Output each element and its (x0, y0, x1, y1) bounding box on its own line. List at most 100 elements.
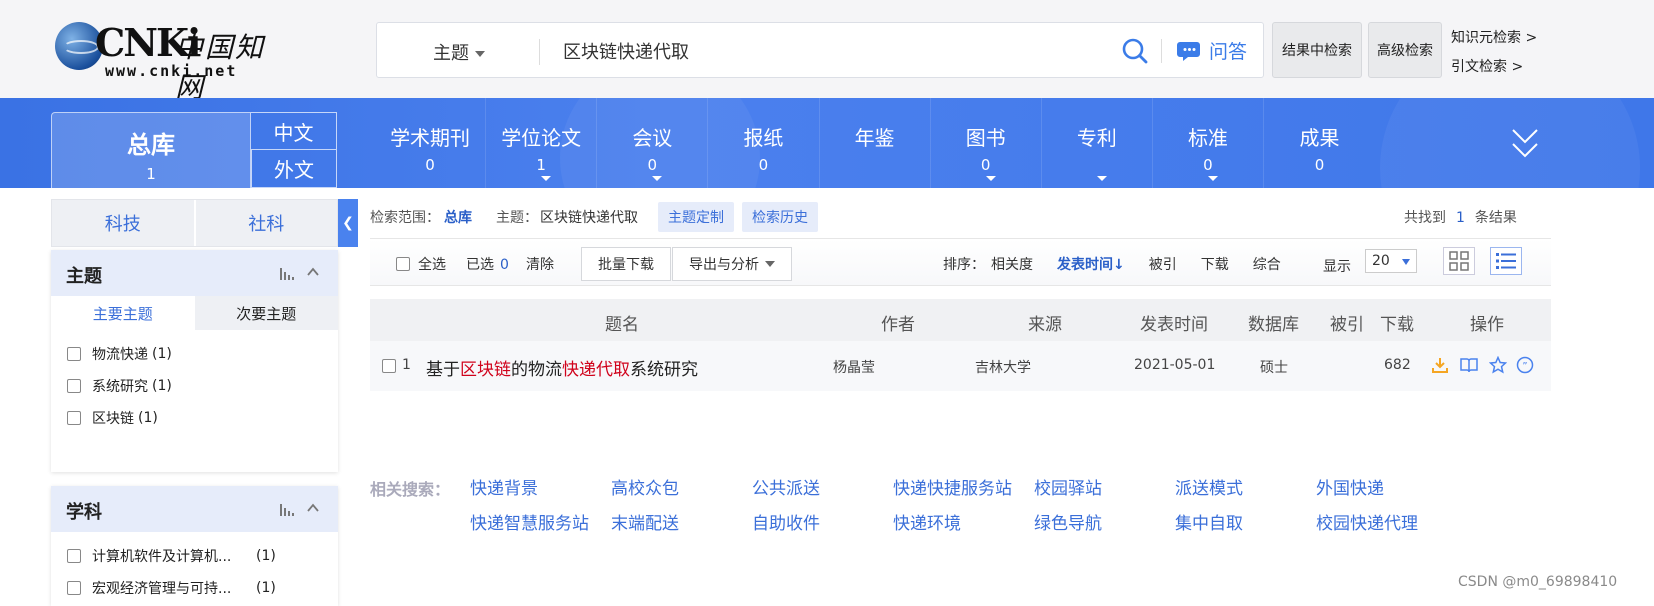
tab-database-5[interactable]: 图书 0 (931, 98, 1042, 188)
database-nav: 总库 1 中文 外文 学术期刊 0 学位论文 1 会议 0 报纸 0 年鉴 图书 0 专利 标准 0 成果 0 (0, 98, 1654, 188)
list-item[interactable]: 区块链 (1) (51, 402, 338, 434)
sort-option-3[interactable]: 下载 (1201, 254, 1229, 274)
result-count-prefix: 共找到 (1404, 210, 1446, 226)
tab-database-8[interactable]: 成果 0 (1264, 98, 1375, 188)
quote-icon[interactable]: ” (1516, 356, 1534, 374)
search-input[interactable] (563, 37, 1103, 65)
tab-chinese[interactable]: 中文 (251, 112, 337, 150)
list-view-button[interactable] (1490, 247, 1522, 275)
export-analysis-button[interactable]: 导出与分析 (672, 247, 792, 281)
related-search-link[interactable]: 自助收件 (752, 509, 820, 534)
related-search-link[interactable]: 派送模式 (1175, 474, 1243, 499)
search-history-button[interactable]: 检索历史 (742, 202, 818, 232)
related-search-link[interactable]: 快递快捷服务站 (893, 474, 1012, 499)
search-within-results-button[interactable]: 结果中检索 (1272, 22, 1362, 78)
related-search-link[interactable]: 校园快递代理 (1316, 509, 1418, 534)
header-database: 数据库 (1248, 315, 1299, 335)
related-search-link[interactable]: 绿色导航 (1034, 509, 1102, 534)
scope-value[interactable]: 总库 (444, 207, 472, 227)
selected-label: 已选 (466, 257, 494, 273)
collapse-sidebar-button[interactable]: ❮ (338, 199, 358, 247)
bar-chart-icon[interactable] (280, 502, 296, 516)
sort-option-2[interactable]: 被引 (1149, 254, 1177, 274)
favorite-star-icon[interactable] (1489, 356, 1507, 374)
tab-database-4[interactable]: 年鉴 (820, 98, 931, 188)
related-search-link[interactable]: 集中自取 (1175, 509, 1243, 534)
download-icon[interactable] (1431, 356, 1449, 374)
related-search-link[interactable]: 公共派送 (752, 474, 820, 499)
caret-down-icon (652, 176, 663, 181)
list-item[interactable]: 系统研究 (1) (51, 370, 338, 402)
database-tab-count: 0 (980, 156, 991, 174)
checkbox[interactable] (67, 379, 81, 393)
search-icon[interactable] (1121, 37, 1149, 65)
cnki-logo[interactable]: CNKi 中国知网 www.cnki.net (55, 18, 285, 104)
facet-name: 区块链 (92, 411, 134, 427)
related-search-link[interactable]: 快递智慧服务站 (470, 509, 589, 534)
checkbox[interactable] (67, 347, 81, 361)
subject-facet-panel: 学科 计算机软件及计算机... (1) 宏观经济管理与可持... (1) (51, 486, 338, 606)
divider (1161, 39, 1162, 63)
citation-search-link[interactable]: 引文检索 > (1451, 56, 1523, 76)
related-search-link[interactable]: 快递环境 (893, 509, 961, 534)
related-search-link[interactable]: 末端配送 (611, 509, 679, 534)
result-title-link[interactable]: 基于区块链的物流快递代取系统研究 (426, 355, 698, 380)
tab-social-science[interactable]: 社科 (196, 200, 338, 246)
tab-database-0[interactable]: 学术期刊 0 (375, 98, 487, 188)
chevron-up-icon[interactable] (306, 265, 320, 279)
related-search-link[interactable]: 快递背景 (470, 474, 538, 499)
search-field-select[interactable]: 主题 (433, 39, 485, 65)
clear-selection-link[interactable]: 清除 (526, 254, 554, 274)
tab-database-6[interactable]: 专利 (1042, 98, 1153, 188)
read-book-icon[interactable] (1460, 356, 1478, 374)
topic-customize-button[interactable]: 主题定制 (658, 202, 734, 232)
qa-button[interactable]: 问答 (1177, 37, 1247, 64)
checkbox[interactable] (67, 581, 81, 595)
total-count: 1 (146, 165, 156, 183)
caret-down-icon (475, 51, 485, 57)
facet-count: (1) (256, 548, 276, 564)
tab-total-library[interactable]: 总库 1 (51, 112, 251, 188)
results-toolbar: 全选 已选 0 清除 批量下载 导出与分析 排序： 相关度 发表时间↓ 被引 下载 综合 … (370, 238, 1551, 286)
list-item[interactable]: 计算机软件及计算机... (1) (51, 540, 338, 572)
knowledge-search-link[interactable]: 知识元检索 > (1451, 27, 1537, 47)
related-search-link[interactable]: 高校众包 (611, 474, 679, 499)
checkbox[interactable] (67, 411, 81, 425)
list-item[interactable]: 物流快递 (1) (51, 338, 338, 370)
bar-chart-icon[interactable] (280, 266, 296, 280)
facet-name: 物流快递 (92, 347, 148, 363)
tab-primary-topic[interactable]: 主要主题 (51, 296, 195, 330)
sort-option-0[interactable]: 相关度 (991, 254, 1033, 274)
page-size-select[interactable]: 20 (1365, 249, 1417, 273)
row-source[interactable]: 吉林大学 (975, 357, 1031, 377)
tab-secondary-topic[interactable]: 次要主题 (194, 296, 338, 330)
title-text: 基于 (426, 360, 460, 380)
tab-database-1[interactable]: 学位论文 1 (486, 98, 598, 188)
tab-science[interactable]: 科技 (52, 200, 196, 246)
row-author[interactable]: 杨晶莹 (833, 357, 875, 377)
sort-label: 排序： (943, 257, 985, 273)
related-search-link[interactable]: 外国快递 (1316, 474, 1384, 499)
related-search-link[interactable]: 校园驿站 (1034, 474, 1102, 499)
advanced-search-button[interactable]: 高级检索 (1368, 22, 1442, 78)
tab-database-3[interactable]: 报纸 0 (708, 98, 820, 188)
select-all-checkbox[interactable]: 全选 (396, 254, 446, 274)
header: CNKi 中国知网 www.cnki.net 主题 问答 结果中检索 高级检索 … (0, 0, 1654, 104)
caret-down-icon (541, 176, 552, 181)
sort-option-4[interactable]: 综合 (1253, 254, 1281, 274)
database-tab-label: 学位论文 (501, 126, 582, 150)
checkbox[interactable] (396, 257, 410, 271)
facet-count: (1) (152, 346, 172, 362)
tab-foreign[interactable]: 外文 (251, 150, 337, 188)
grid-view-button[interactable] (1443, 247, 1475, 275)
sort-options: 排序： 相关度 发表时间↓ 被引 下载 综合 (943, 254, 1281, 274)
batch-download-button[interactable]: 批量下载 (581, 247, 671, 281)
tab-database-2[interactable]: 会议 0 (597, 98, 709, 188)
tab-database-7[interactable]: 标准 0 (1153, 98, 1264, 188)
row-checkbox[interactable] (382, 359, 396, 373)
list-item[interactable]: 宏观经济管理与可持... (1) (51, 572, 338, 604)
expand-down-icon[interactable] (1510, 124, 1540, 164)
sort-option-1[interactable]: 发表时间↓ (1057, 254, 1125, 274)
chevron-up-icon[interactable] (306, 501, 320, 515)
checkbox[interactable] (67, 549, 81, 563)
